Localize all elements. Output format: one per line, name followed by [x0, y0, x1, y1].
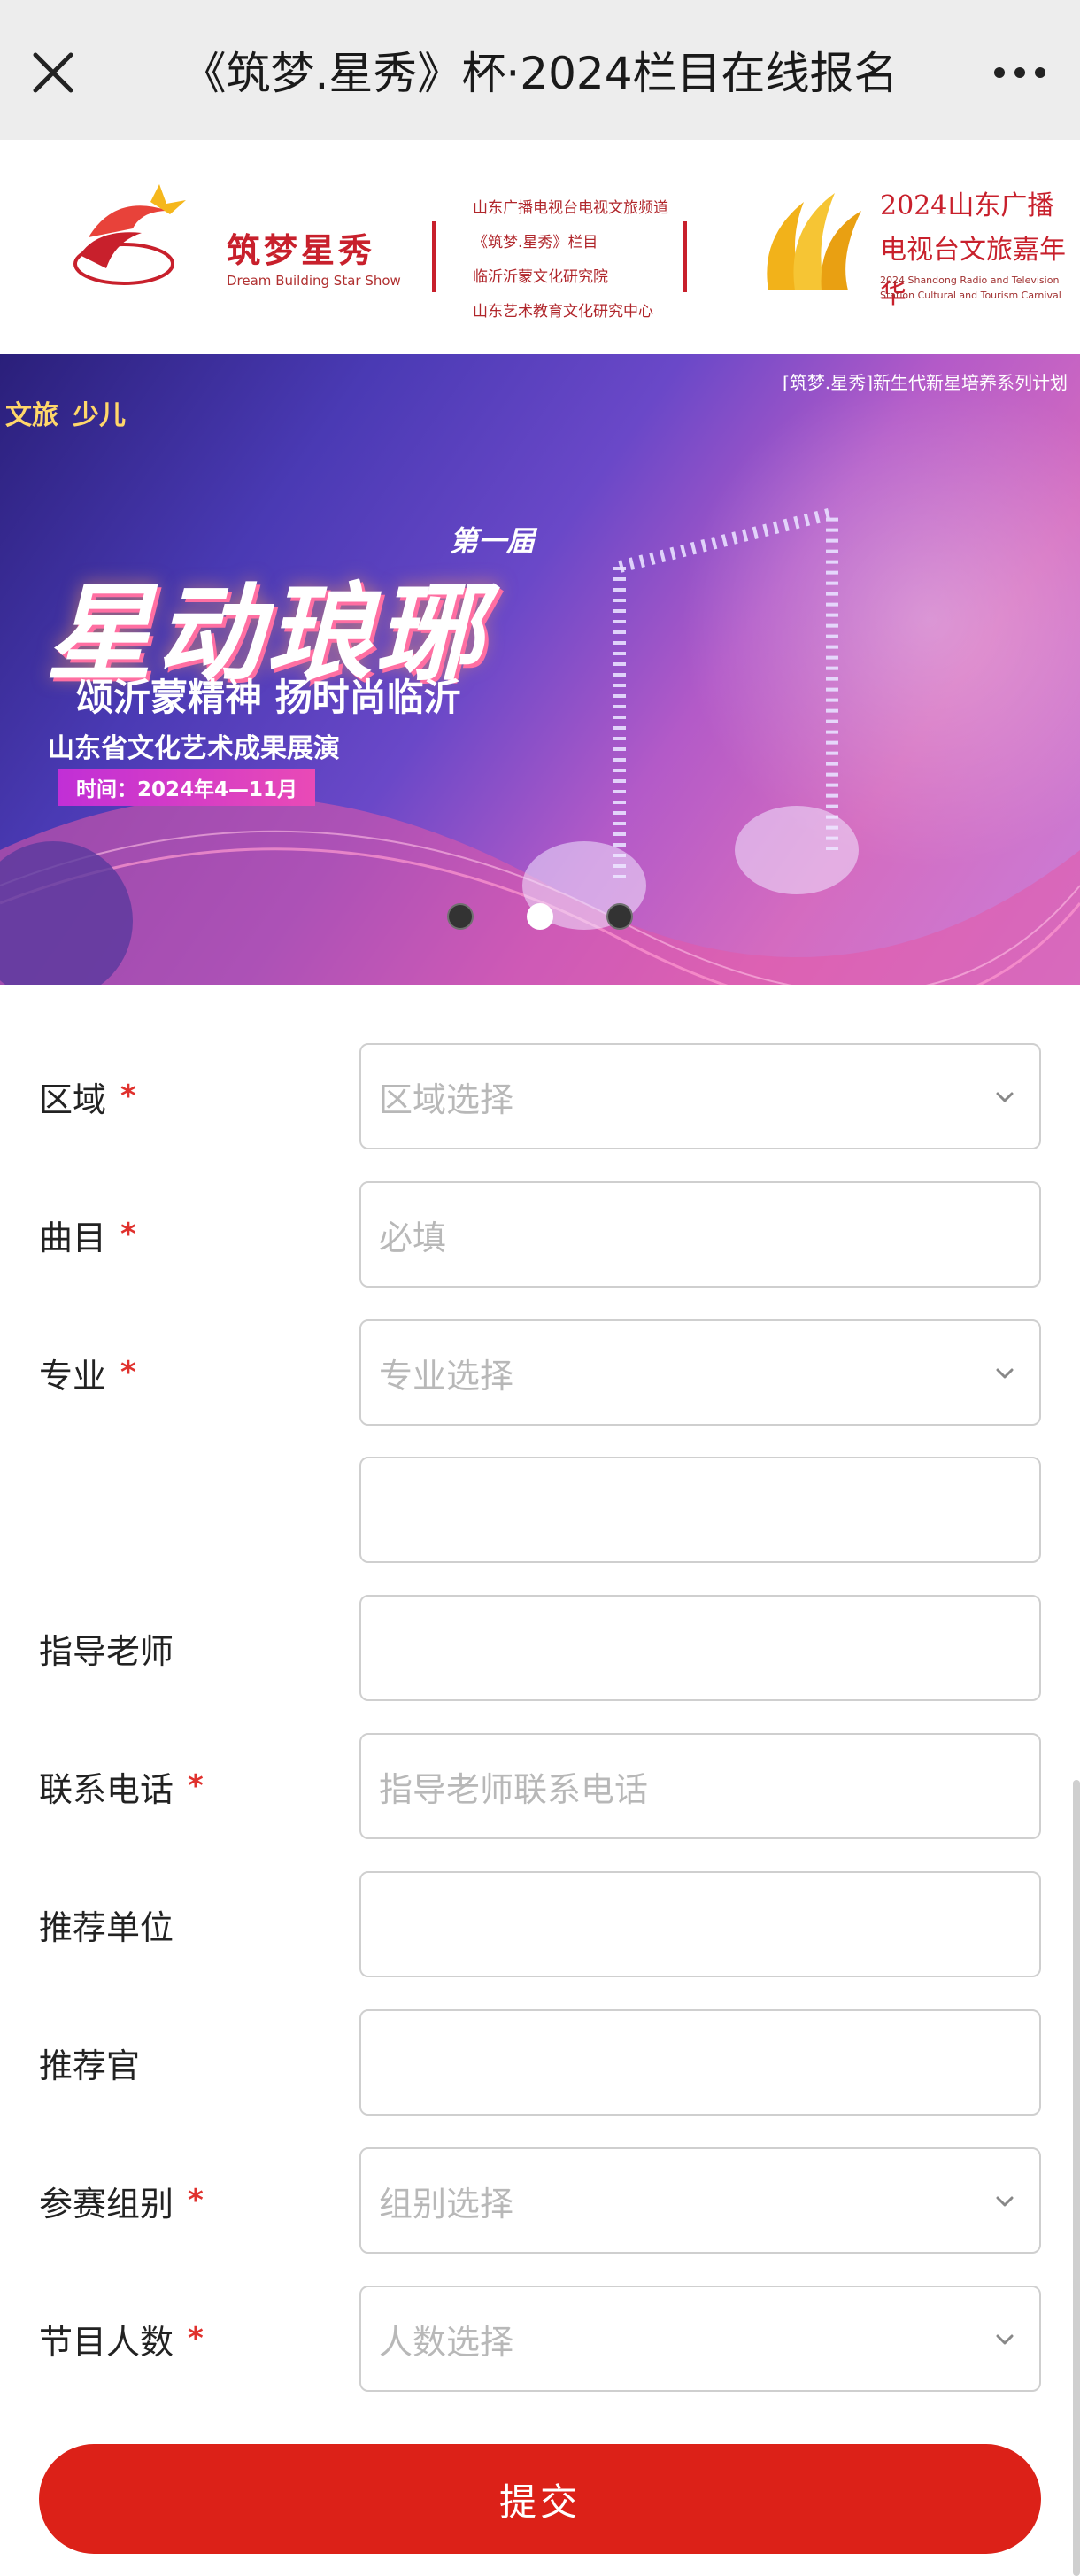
recommending-unit-input[interactable]: [359, 1871, 1041, 1977]
select-placeholder: 组别选择: [379, 2184, 514, 2224]
extra-input[interactable]: [359, 1457, 1041, 1563]
carousel-dot[interactable]: [606, 903, 633, 930]
instructor-input[interactable]: [359, 1595, 1041, 1701]
headcount-select[interactable]: 人数选择: [359, 2286, 1041, 2392]
required-mark: *: [188, 1768, 204, 1804]
close-icon: [33, 52, 73, 93]
field-label: 区域 *: [39, 1079, 136, 1119]
form-row-recommending-unit: 推荐单位: [0, 1871, 1080, 1977]
header-divider-right: [683, 221, 687, 292]
dream-star-emblem-icon: [73, 184, 186, 285]
registration-form: 区域 * 区域选择 曲目 * 必填 专业 * 专业选择 指导老师 联系电话 * …: [0, 985, 1080, 2576]
field-label: 曲目 *: [39, 1217, 136, 1257]
organization-line: 《筑梦.星秀》栏目: [473, 234, 598, 251]
chevron-down-icon: [996, 2196, 1014, 2207]
recommender-input[interactable]: [359, 2009, 1041, 2116]
form-row-repertoire: 曲目 * 必填: [0, 1181, 1080, 1288]
carousel-indicators: [0, 903, 1080, 930]
form-row-recommender: 推荐官: [0, 2009, 1080, 2116]
submit-button[interactable]: 提交: [39, 2444, 1041, 2554]
carousel-dot[interactable]: [447, 903, 474, 930]
required-mark: *: [120, 1355, 136, 1390]
required-mark: *: [120, 1217, 136, 1252]
form-row-extra: [0, 1457, 1080, 1563]
major-select[interactable]: 专业选择: [359, 1319, 1041, 1426]
banner-date-badge: 时间：2024年4—11月: [58, 769, 316, 806]
banner-carousel[interactable]: [筑梦.星秀]新生代新星培养系列计划 文旅 少儿 第一届 星动琅琊 颂沂蒙精神 …: [0, 354, 1080, 985]
field-label: 专业 *: [39, 1355, 136, 1396]
repertoire-input[interactable]: 必填: [359, 1181, 1041, 1288]
field-label: 参赛组别 *: [39, 2183, 204, 2224]
form-row-headcount: 节目人数 * 人数选择: [0, 2286, 1080, 2392]
carnival-logo-icon: [767, 193, 861, 290]
header-divider-left: [432, 221, 436, 292]
banner-series-label: [筑梦.星秀]新生代新星培养系列计划: [783, 372, 1068, 393]
brand-children: 少儿: [73, 400, 126, 431]
region-select[interactable]: 区域选择: [359, 1043, 1041, 1149]
dream-star-logo: 筑梦星秀 Dream Building Star Show: [62, 184, 401, 308]
form-row-major: 专业 * 专业选择: [0, 1319, 1080, 1426]
more-button[interactable]: [976, 34, 1064, 112]
select-placeholder: 专业选择: [379, 1356, 514, 1396]
organization-line: 山东艺术教育文化研究中心: [473, 303, 653, 321]
organization-list: 山东广播电视台电视文旅频道 《筑梦.星秀》栏目 临沂沂蒙文化研究院 山东艺术教育…: [473, 191, 676, 329]
chevron-down-icon: [996, 1092, 1014, 1102]
brand-culture-tourism: 文旅: [5, 400, 58, 431]
page-scrollbar[interactable]: [1073, 1780, 1080, 2576]
field-label: 联系电话 *: [39, 1768, 204, 1809]
chevron-down-icon: [996, 1368, 1014, 1379]
banner-brand-group: 文旅 少儿: [5, 393, 126, 432]
form-row-region: 区域 * 区域选择: [0, 1043, 1080, 1149]
field-label: 节目人数 *: [39, 2321, 204, 2362]
dream-star-subtitle: Dream Building Star Show: [227, 273, 401, 289]
chevron-down-icon: [996, 2334, 1014, 2345]
close-button[interactable]: [19, 34, 87, 112]
carnival-subtitle: 2024 Shandong Radio and Television Stati…: [880, 275, 1061, 301]
required-mark: *: [188, 2321, 204, 2356]
more-dots-icon: [994, 67, 1045, 78]
organization-line: 临沂沂蒙文化研究院: [473, 268, 608, 286]
required-mark: *: [188, 2183, 204, 2218]
field-label: 推荐单位: [39, 1907, 174, 1947]
page-title: 《筑梦.星秀》杯·2024栏目在线报名: [181, 48, 899, 99]
input-placeholder: 必填: [379, 1218, 447, 1257]
form-row-instructor: 指导老师: [0, 1595, 1080, 1701]
form-row-phone: 联系电话 * 指导老师联系电话: [0, 1733, 1080, 1839]
field-label: 指导老师: [39, 1631, 174, 1671]
header-logo-strip: 筑梦星秀 Dream Building Star Show 山东广播电视台电视文…: [0, 140, 1080, 354]
phone-input[interactable]: 指导老师联系电话: [359, 1733, 1041, 1839]
required-mark: *: [120, 1079, 136, 1114]
field-label: 推荐官: [39, 2046, 141, 2085]
select-placeholder: 人数选择: [379, 2322, 514, 2362]
select-placeholder: 区域选择: [379, 1079, 514, 1119]
banner-event-name: 山东省文化艺术成果展演: [48, 733, 340, 764]
form-row-group: 参赛组别 * 组别选择: [0, 2147, 1080, 2254]
banner-slogan: 颂沂蒙精神 扬时尚临沂: [76, 676, 461, 719]
group-select[interactable]: 组别选择: [359, 2147, 1041, 2254]
dream-star-title: 筑梦星秀: [227, 230, 376, 270]
carousel-dot-active[interactable]: [527, 903, 553, 930]
input-placeholder: 指导老师联系电话: [379, 1769, 649, 1809]
organization-line: 山东广播电视台电视文旅频道: [473, 199, 668, 217]
top-navbar: 《筑梦.星秀》杯·2024栏目在线报名: [0, 0, 1080, 140]
